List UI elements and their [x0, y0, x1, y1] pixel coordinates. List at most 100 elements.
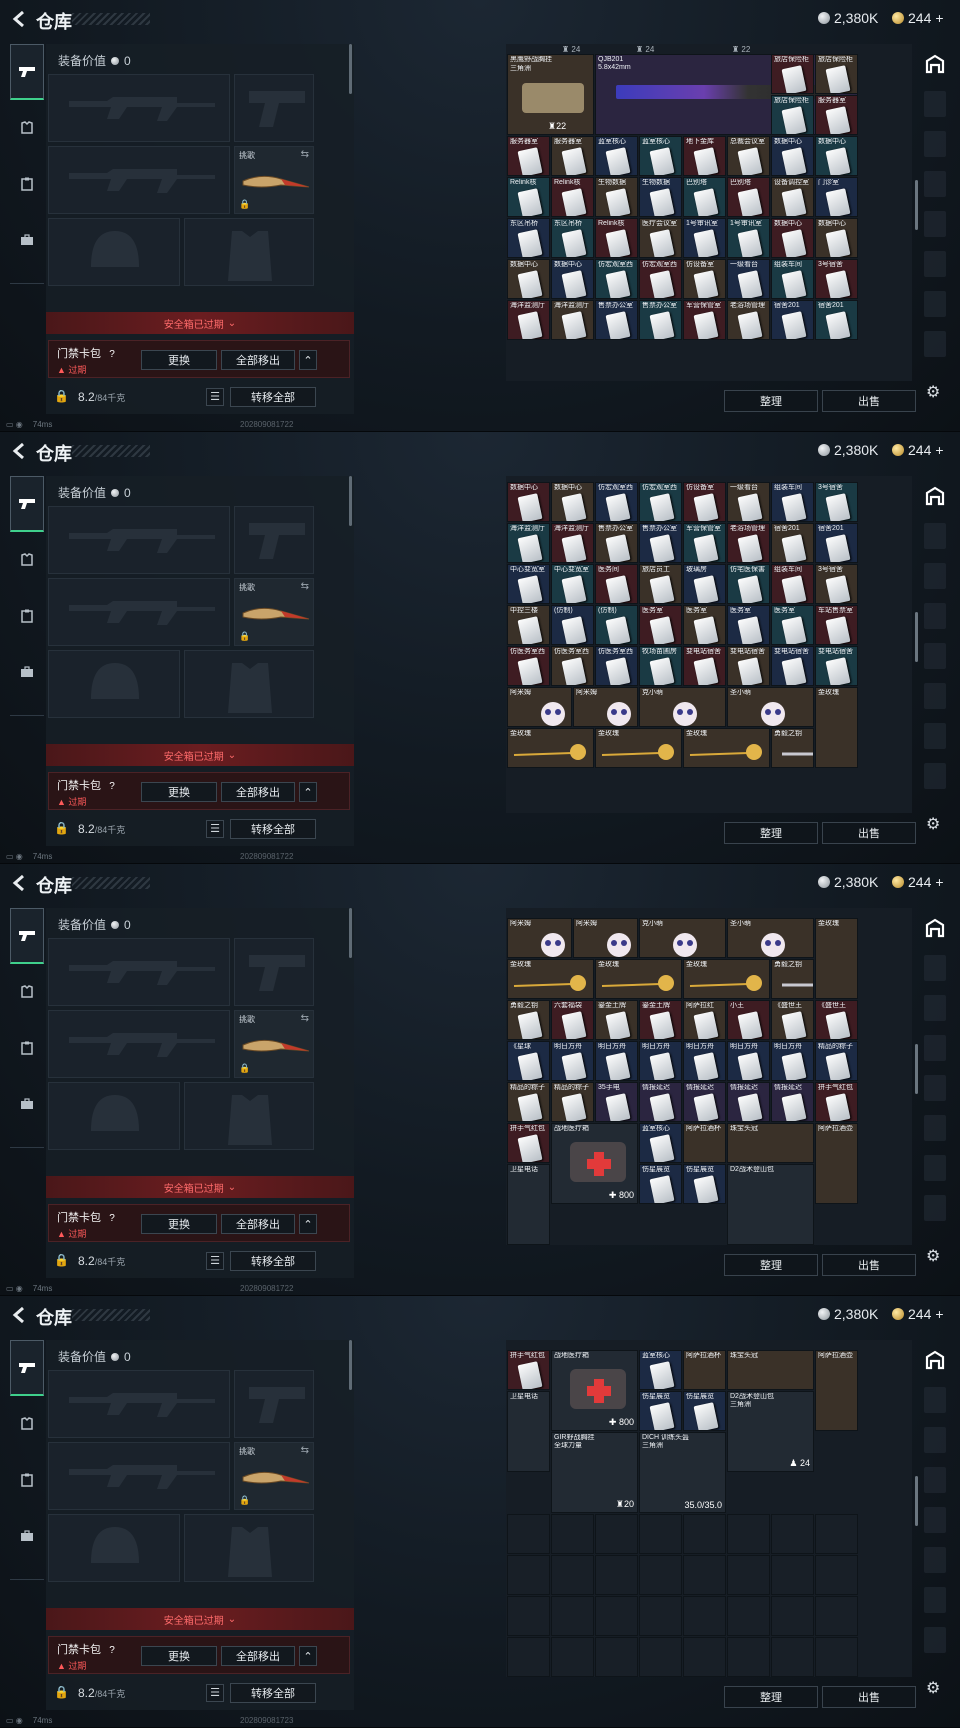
inventory-item[interactable]: 拼手气红包	[507, 1350, 550, 1390]
inventory-item[interactable]: 东区吊桥	[551, 218, 594, 258]
inventory-item[interactable]: 蓝室核心	[639, 1123, 682, 1163]
empty-slot[interactable]	[727, 1555, 770, 1595]
inventory-item[interactable]: 鎏金土牌	[595, 1000, 638, 1040]
inventory-item[interactable]: 金玫瑰	[507, 959, 594, 999]
help-icon[interactable]: ?	[105, 781, 119, 795]
inventory-item[interactable]: 门诊室	[815, 177, 858, 217]
storage-tab-6[interactable]	[918, 1540, 952, 1580]
inventory-item[interactable]: 勇毅之钥	[507, 1000, 550, 1040]
inventory-item[interactable]: 海洋监测厅	[551, 523, 594, 563]
inventory-item[interactable]: 生物数据	[639, 177, 682, 217]
empty-slot[interactable]	[727, 1637, 770, 1677]
remove-all-button[interactable]: 全部移出	[221, 350, 295, 370]
gear-icon[interactable]: ⚙	[926, 814, 944, 833]
empty-slot[interactable]	[771, 1596, 814, 1636]
storage-tab-6[interactable]	[918, 244, 952, 284]
primary-weapon-slot[interactable]	[48, 1370, 230, 1438]
empty-slot[interactable]	[771, 1637, 814, 1677]
gold-currency[interactable]: 244 +	[892, 442, 944, 458]
chevron-up-icon[interactable]: ⌃	[299, 782, 317, 802]
inventory-item[interactable]: 明日方舟	[551, 1041, 594, 1081]
melee-slot[interactable]: 挑歌 ⇆ 🔒	[234, 1010, 314, 1078]
inventory-item[interactable]: 阿米姆	[573, 687, 638, 727]
inventory-item[interactable]: 阿米姆	[573, 918, 638, 958]
inventory-item[interactable]: 珠宝头冠	[727, 1123, 814, 1163]
empty-slot[interactable]	[595, 1637, 638, 1677]
empty-slot[interactable]	[727, 1596, 770, 1636]
inventory-grid[interactable]: ♜ 24♜ 24♜ 22黑鹰野战胸挂三角洲♜22QJB2015.8x42mm0/…	[506, 44, 912, 381]
inventory-item[interactable]: 医务间	[595, 564, 638, 604]
inventory-item[interactable]: 东区吊桥	[507, 218, 550, 258]
pistol-slot[interactable]	[234, 938, 314, 1006]
inventory-item[interactable]: 阿萨拉酒杯	[683, 1123, 726, 1163]
empty-slot[interactable]	[507, 1596, 550, 1636]
medkit-item[interactable]: 战地医疗箱 ✚ 800	[551, 1123, 638, 1204]
inventory-item[interactable]: 生物数据	[595, 177, 638, 217]
consumables-tab[interactable]	[10, 588, 44, 644]
inventory-item[interactable]: 明日方舟	[595, 1041, 638, 1081]
add-gold-button[interactable]: +	[935, 10, 943, 26]
inventory-item[interactable]: 服务器室	[507, 136, 550, 176]
inventory-item[interactable]: D2战术登山包	[727, 1164, 814, 1245]
inventory-item[interactable]: 老浴场管理	[727, 300, 770, 340]
storage-tab-3[interactable]	[918, 124, 952, 164]
empty-slot[interactable]	[771, 1514, 814, 1554]
gold-currency[interactable]: 244 +	[892, 10, 944, 26]
add-gold-button[interactable]: +	[935, 442, 943, 458]
inventory-item[interactable]: 蓝室核心	[595, 136, 638, 176]
inventory-item[interactable]: 仿宏观室西	[595, 259, 638, 299]
replace-button[interactable]: 更换	[141, 1646, 217, 1666]
chevron-up-icon[interactable]: ⌃	[299, 1214, 317, 1234]
storage-tab-5[interactable]	[918, 1500, 952, 1540]
inventory-item[interactable]: 数据中心	[507, 482, 550, 522]
inventory-item[interactable]: 圣小萌	[727, 687, 814, 727]
storage-tab-5[interactable]	[918, 1068, 952, 1108]
inventory-item[interactable]: 总裁会议室	[727, 136, 770, 176]
inventory-item[interactable]: 中心变宽室	[507, 564, 550, 604]
sort-button[interactable]: 整理	[724, 1254, 818, 1276]
storage-tab-8[interactable]	[918, 1188, 952, 1228]
storage-tab-2[interactable]	[918, 948, 952, 988]
inventory-item[interactable]: (仿制)	[551, 605, 594, 645]
inventory-item[interactable]: 仿设备室	[683, 482, 726, 522]
melee-slot[interactable]: 挑歌 ⇆ 🔒	[234, 146, 314, 214]
inventory-item[interactable]: 珠宝头冠	[727, 1350, 814, 1390]
warehouse-tab[interactable]	[918, 476, 952, 516]
gold-currency[interactable]: 244 +	[892, 1306, 944, 1322]
inventory-item[interactable]: 军营保管室	[683, 300, 726, 340]
consumables-tab[interactable]	[10, 1452, 44, 1508]
transfer-all-button[interactable]: 转移全部	[230, 1251, 316, 1271]
inventory-item[interactable]: 阿萨拉酒壶	[815, 1350, 858, 1431]
inventory-item[interactable]: 1号审讯室	[727, 218, 770, 258]
weapon-tab[interactable]	[10, 908, 44, 964]
inventory-item[interactable]: 军营保管室	[683, 523, 726, 563]
case-tab[interactable]	[10, 644, 44, 700]
inventory-item[interactable]: 六套福袋	[551, 1000, 594, 1040]
empty-slot[interactable]	[683, 1514, 726, 1554]
storage-tab-6[interactable]	[918, 676, 952, 716]
inventory-item[interactable]: 鎏金土牌	[639, 1000, 682, 1040]
inventory-item[interactable]: 1号审讯室	[683, 218, 726, 258]
inventory-item[interactable]: 卫星电话	[507, 1391, 550, 1472]
consumables-tab[interactable]	[10, 156, 44, 212]
empty-slot[interactable]	[551, 1637, 594, 1677]
body-armor-slot[interactable]	[184, 1514, 314, 1582]
helmet-item[interactable]: DICH 训练头盔 三角洲 35.0/35.0	[639, 1432, 726, 1513]
case-tab[interactable]	[10, 212, 44, 268]
inventory-item[interactable]: 阿米姆	[507, 918, 572, 958]
empty-slot[interactable]	[507, 1555, 550, 1595]
loadout-scrollbar[interactable]	[349, 908, 352, 958]
back-arrow-icon[interactable]	[10, 9, 30, 29]
inventory-item[interactable]: 仿设备室	[683, 259, 726, 299]
storage-tab-4[interactable]	[918, 1028, 952, 1068]
inventory-item[interactable]: 服务器室	[815, 95, 858, 135]
replace-button[interactable]: 更换	[141, 350, 217, 370]
inventory-item[interactable]: 蓝室核心	[639, 136, 682, 176]
empty-slot[interactable]	[551, 1514, 594, 1554]
inventory-item[interactable]: 金玫瑰	[595, 728, 682, 768]
inventory-item[interactable]: 金玫瑰	[507, 728, 594, 768]
primary-weapon-slot[interactable]	[48, 74, 230, 142]
pistol-slot[interactable]	[234, 1370, 314, 1438]
storage-tab-4[interactable]	[918, 1460, 952, 1500]
inventory-item[interactable]: 精品的粽子	[507, 1082, 550, 1122]
